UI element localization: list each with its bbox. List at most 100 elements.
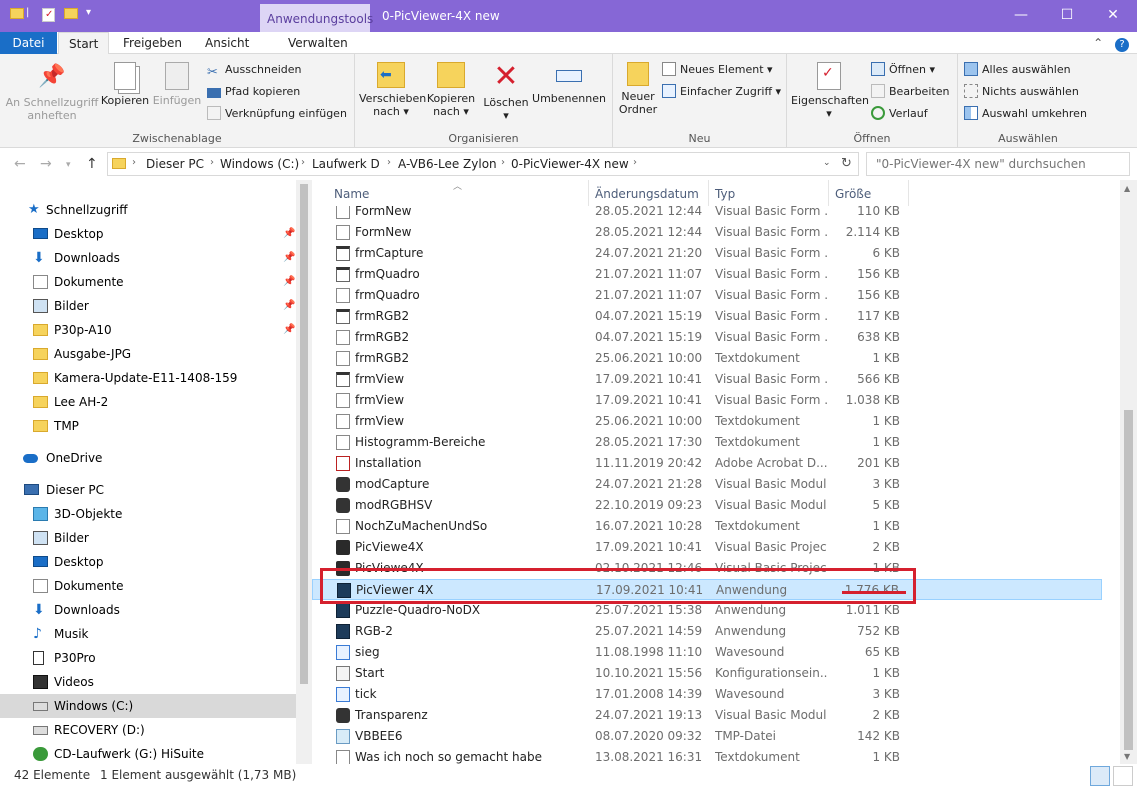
select-none-button[interactable]: Nichts auswählen xyxy=(964,82,1079,102)
column-separator[interactable] xyxy=(588,180,589,206)
file-row[interactable]: frmRGB2 25.06.2021 10:00 Textdokument 1 KB xyxy=(312,348,1102,369)
file-row[interactable]: frmQuadro 21.07.2021 11:07 Visual Basic Fo… xyxy=(312,285,1102,306)
select-all-button[interactable]: Alles auswählen xyxy=(964,60,1071,80)
file-row[interactable]: modRGBHSV 22.10.2019 09:23 Visual Basic Mo… xyxy=(312,495,1102,516)
file-row[interactable]: frmView 17.09.2021 10:41 Visual Basic Form… xyxy=(312,369,1102,390)
column-separator[interactable] xyxy=(908,180,909,206)
file-row[interactable]: Transparenz 24.07.2021 19:13 Visual Basic … xyxy=(312,705,1102,726)
file-row[interactable]: frmRGB2 04.07.2021 15:19 Visual Basic Form… xyxy=(312,327,1102,348)
properties-button[interactable]: ✓ Eigenschaften ▾ xyxy=(791,58,869,120)
nav-item[interactable]: Dokumente 📌 xyxy=(0,270,296,294)
file-list-scrollbar-thumb[interactable] xyxy=(1124,410,1133,750)
column-type[interactable]: Typ xyxy=(715,187,735,201)
pin-icon[interactable]: 📌 xyxy=(283,318,295,342)
move-to-button[interactable]: ⬅ Verschieben nach ▾ xyxy=(359,58,426,118)
nav-item[interactable]: CD-Laufwerk (G:) HiSuite xyxy=(0,742,296,766)
tab-verwalten[interactable]: Verwalten xyxy=(278,32,358,54)
address-bar[interactable]: › Dieser PC › Windows (C:) › Laufwerk D … xyxy=(107,152,859,176)
help-icon[interactable]: ? xyxy=(1115,38,1129,52)
pin-icon[interactable]: 📌 xyxy=(283,294,295,318)
file-row[interactable]: VBBEE6 08.07.2020 09:32 TMP-Datei 142 KB xyxy=(312,726,1102,747)
scroll-up-icon[interactable]: ▲ xyxy=(1124,184,1130,193)
file-row[interactable]: tick 17.01.2008 14:39 Wavesound 3 KB xyxy=(312,684,1102,705)
breadcrumb-a-vb6[interactable]: A-VB6-Lee Zylon xyxy=(398,157,497,171)
file-row[interactable]: RGB-2 25.07.2021 14:59 Anwendung 752 KB xyxy=(312,621,1102,642)
nav-item[interactable]: P30p-A10 📌 xyxy=(0,318,296,342)
file-row[interactable]: Histogramm-Bereiche 28.05.2021 17:30 Textd… xyxy=(312,432,1102,453)
recent-dropdown-icon[interactable]: ▾ xyxy=(66,160,71,170)
file-row[interactable]: PicViewe4X 17.09.2021 10:41 Visual Basic P… xyxy=(312,537,1102,558)
nav-item[interactable]: ⬇ Downloads 📌 xyxy=(0,246,296,270)
ribbon-collapse-icon[interactable]: ⌃ ? xyxy=(1093,36,1129,52)
maximize-icon[interactable]: ☐ xyxy=(1044,0,1090,32)
breadcrumb-current[interactable]: 0-PicViewer-4X new xyxy=(511,157,629,171)
column-name[interactable]: Name xyxy=(334,187,369,201)
nav-item[interactable]: Dokumente xyxy=(0,574,296,598)
new-folder-button[interactable]: Neuer Ordner xyxy=(617,58,659,116)
breadcrumb-windows-c[interactable]: Windows (C:) xyxy=(220,157,299,171)
file-row[interactable]: frmView 17.09.2021 10:41 Visual Basic Form… xyxy=(312,390,1102,411)
paste-button[interactable]: Einfügen xyxy=(152,58,202,107)
nav-item[interactable]: RECOVERY (D:) xyxy=(0,718,296,742)
file-row[interactable]: sieg 11.08.1998 11:10 Wavesound 65 KB xyxy=(312,642,1102,663)
back-arrow-icon[interactable]: ← xyxy=(14,156,26,172)
qa-dropdown-icon[interactable]: ▾ xyxy=(86,7,100,21)
file-row[interactable]: FormNew 28.05.2021 12:44 Visual Basic Form… xyxy=(312,206,1102,222)
nav-item[interactable]: Kamera-Update-E11-1408-159 xyxy=(0,366,296,390)
nav-onedrive[interactable]: OneDrive xyxy=(0,446,296,470)
column-size[interactable]: Größe xyxy=(835,187,871,201)
nav-item[interactable]: Lee AH-2 xyxy=(0,390,296,414)
nav-item[interactable]: Bilder 📌 xyxy=(0,294,296,318)
up-arrow-icon[interactable]: ↑ xyxy=(86,156,98,172)
history-button[interactable]: Verlauf xyxy=(871,104,928,124)
properties-qa-icon[interactable]: ✓ xyxy=(42,8,55,22)
nav-item[interactable]: 3D-Objekte xyxy=(0,502,296,526)
copy-path-button[interactable]: Pfad kopieren xyxy=(207,82,300,102)
nav-item[interactable]: Bilder xyxy=(0,526,296,550)
copy-to-button[interactable]: Kopieren nach ▾ xyxy=(423,58,479,118)
pin-icon[interactable]: 📌 xyxy=(283,222,295,246)
tab-datei[interactable]: Datei xyxy=(0,32,57,54)
file-row[interactable]: Installation 11.11.2019 20:42 Adobe Acroba… xyxy=(312,453,1102,474)
minimize-icon[interactable]: — xyxy=(998,0,1044,32)
invert-selection-button[interactable]: Auswahl umkehren xyxy=(964,104,1087,124)
pin-quick-access-button[interactable]: 📌 An Schnellzugriff anheften xyxy=(4,58,100,122)
new-item-button[interactable]: Neues Element ▾ xyxy=(662,60,773,80)
nav-item[interactable]: TMP xyxy=(0,414,296,438)
close-icon[interactable]: ✕ xyxy=(1090,0,1136,32)
file-list-scrollbar[interactable]: ▲ ▼ xyxy=(1120,180,1137,764)
nav-scrollbar[interactable] xyxy=(296,180,312,764)
breadcrumb-laufwerk-d[interactable]: Laufwerk D xyxy=(312,157,380,171)
nav-item[interactable]: ⬇ Downloads xyxy=(0,598,296,622)
details-view-icon[interactable] xyxy=(1090,766,1110,786)
tab-start[interactable]: Start xyxy=(58,32,110,55)
nav-item[interactable]: Windows (C:) xyxy=(0,694,296,718)
large-icons-view-icon[interactable] xyxy=(1113,766,1133,786)
file-row[interactable]: frmCapture 24.07.2021 21:20 Visual Basic F… xyxy=(312,243,1102,264)
file-row[interactable]: frmRGB2 04.07.2021 15:19 Visual Basic Form… xyxy=(312,306,1102,327)
column-separator[interactable] xyxy=(708,180,709,206)
rename-button[interactable]: Umbenennen xyxy=(531,58,607,105)
forward-arrow-icon[interactable]: → xyxy=(40,156,52,172)
nav-item[interactable]: Desktop 📌 xyxy=(0,222,296,246)
nav-item[interactable]: P30Pro xyxy=(0,646,296,670)
paste-shortcut-button[interactable]: Verknüpfung einfügen xyxy=(207,104,347,124)
nav-item[interactable]: Ausgabe-JPG xyxy=(0,342,296,366)
open-button[interactable]: Öffnen ▾ xyxy=(871,60,935,80)
nav-item[interactable]: Desktop xyxy=(0,550,296,574)
file-row[interactable]: frmView 25.06.2021 10:00 Textdokument 1 KB xyxy=(312,411,1102,432)
pin-icon[interactable]: 📌 xyxy=(283,246,295,270)
file-row[interactable]: FormNew 28.05.2021 12:44 Visual Basic Form… xyxy=(312,222,1102,243)
nav-item[interactable]: ♪ Musik xyxy=(0,622,296,646)
scroll-down-icon[interactable]: ▼ xyxy=(1124,752,1130,761)
nav-quick-access[interactable]: ★ Schnellzugriff xyxy=(0,198,296,222)
file-row[interactable]: modCapture 24.07.2021 21:28 Visual Basic M… xyxy=(312,474,1102,495)
column-date[interactable]: Änderungsdatum xyxy=(595,187,699,201)
search-input[interactable] xyxy=(866,152,1130,176)
easy-access-button[interactable]: Einfacher Zugriff ▾ xyxy=(662,82,781,102)
refresh-icon[interactable]: ↻ xyxy=(841,156,852,171)
file-row[interactable]: NochZuMachenUndSo 16.07.2021 10:28 Textdok… xyxy=(312,516,1102,537)
edit-button[interactable]: Bearbeiten xyxy=(871,82,949,102)
tab-ansicht[interactable]: Ansicht xyxy=(195,32,259,54)
copy-button[interactable]: Kopieren xyxy=(100,58,150,107)
